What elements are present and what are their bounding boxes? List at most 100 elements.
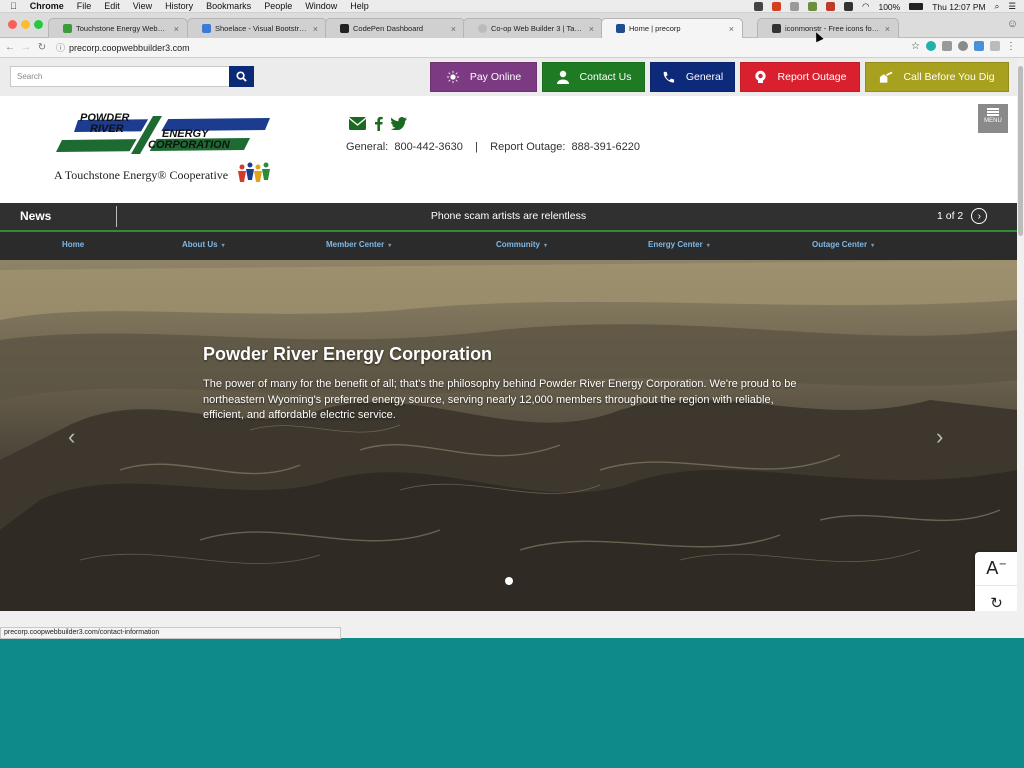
browser-tab[interactable]: Shoelace - Visual Bootstrap 3 × bbox=[187, 18, 327, 38]
chevron-left-icon[interactable]: ‹ bbox=[68, 424, 75, 450]
close-tab-icon[interactable]: × bbox=[451, 24, 456, 34]
general-phone-link[interactable]: 800-442-3630 bbox=[394, 141, 463, 153]
chevron-right-icon[interactable]: › bbox=[936, 424, 943, 450]
menu-window[interactable]: Window bbox=[305, 1, 337, 11]
touchstone-figures-icon bbox=[238, 162, 270, 182]
clock[interactable]: Thu 12:07 PM bbox=[932, 2, 985, 12]
menu-file[interactable]: File bbox=[77, 1, 92, 11]
app-menu[interactable]: Chrome bbox=[30, 1, 64, 11]
extension-icon[interactable] bbox=[942, 41, 952, 51]
nav-item-outage-center[interactable]: Outage Center ▾ bbox=[812, 240, 874, 249]
extension-icon[interactable] bbox=[958, 41, 968, 51]
reset-font-button[interactable]: ↻ bbox=[975, 586, 1017, 612]
menu-button[interactable]: MENU bbox=[978, 104, 1008, 133]
back-icon[interactable]: ← bbox=[4, 42, 16, 53]
chevron-down-icon: ▾ bbox=[544, 243, 548, 249]
contact-us-button[interactable]: Contact Us bbox=[542, 62, 645, 92]
menu-label: MENU bbox=[984, 118, 1002, 124]
email-icon[interactable] bbox=[349, 117, 366, 130]
menu-history[interactable]: History bbox=[165, 1, 193, 11]
utility-bar: Search Pay Online Contact Us General Rep… bbox=[0, 58, 1017, 96]
close-tab-icon[interactable]: × bbox=[589, 24, 594, 34]
page-scrollbar[interactable] bbox=[1017, 58, 1024, 638]
slide-indicator-active[interactable] bbox=[505, 577, 513, 585]
loading-spinner-icon bbox=[478, 24, 487, 33]
scrollbar-thumb[interactable] bbox=[1018, 66, 1023, 236]
notification-center-icon[interactable]: ☰ bbox=[1008, 1, 1016, 12]
general-label: General bbox=[685, 71, 724, 83]
close-tab-icon[interactable]: × bbox=[729, 24, 734, 34]
tab-title: CodePen Dashboard bbox=[353, 24, 424, 33]
menu-people[interactable]: People bbox=[264, 1, 292, 11]
address-bar: ← → ↻ ⓘ precorp.coopwebbuilder3.com ☆ ⋮ bbox=[0, 38, 1024, 58]
extension-icon[interactable] bbox=[926, 41, 936, 51]
browser-tab[interactable]: CodePen Dashboard × bbox=[325, 18, 465, 38]
tab-favicon-icon bbox=[202, 24, 211, 33]
status-icon[interactable] bbox=[808, 2, 818, 11]
extension-icon[interactable] bbox=[990, 41, 1000, 51]
bluetooth-icon[interactable] bbox=[844, 2, 854, 11]
logo-line: RIVER bbox=[90, 123, 124, 135]
extensions: ☆ ⋮ bbox=[911, 41, 1016, 52]
info-icon[interactable]: ⓘ bbox=[56, 41, 65, 54]
facebook-icon[interactable] bbox=[374, 116, 383, 131]
news-pager: 1 of 2 › bbox=[937, 208, 988, 224]
browser-tab[interactable]: Touchstone Energy WebEx Em × bbox=[48, 18, 188, 38]
tab-favicon-icon bbox=[772, 24, 781, 33]
close-tab-icon[interactable]: × bbox=[174, 24, 179, 34]
status-icon[interactable] bbox=[826, 2, 836, 11]
search-placeholder: Search bbox=[17, 72, 43, 81]
nav-item-member-center[interactable]: Member Center ▾ bbox=[326, 240, 391, 249]
tab-title: Co-op Web Builder 3 | Take Co bbox=[491, 24, 585, 33]
wifi-icon[interactable]: ◠ bbox=[862, 1, 869, 12]
person-icon bbox=[556, 70, 570, 84]
url-field[interactable]: ⓘ precorp.coopwebbuilder3.com bbox=[56, 41, 190, 54]
menu-bookmarks[interactable]: Bookmarks bbox=[206, 1, 251, 11]
profile-icon[interactable]: ☺ bbox=[1007, 18, 1018, 30]
nav-item-home[interactable]: Home bbox=[62, 240, 84, 249]
outage-phone-link[interactable]: 888-391-6220 bbox=[572, 141, 641, 153]
extension-icon[interactable] bbox=[974, 41, 984, 51]
battery-icon[interactable] bbox=[909, 3, 924, 10]
extra-icon[interactable] bbox=[754, 2, 764, 11]
app-status-icon[interactable] bbox=[772, 2, 782, 11]
spotlight-icon[interactable]: ⌕ bbox=[995, 1, 1000, 12]
pay-online-button[interactable]: Pay Online bbox=[430, 62, 537, 92]
minimize-window-button[interactable] bbox=[21, 20, 30, 29]
nav-item-energy-center[interactable]: Energy Center ▾ bbox=[648, 240, 710, 249]
search-input[interactable]: Search bbox=[10, 66, 230, 87]
report-outage-button[interactable]: Report Outage bbox=[740, 62, 860, 92]
browser-tab[interactable]: iconmonstr - Free icons for yo × bbox=[757, 18, 899, 38]
tab-favicon-icon bbox=[63, 24, 72, 33]
status-icon[interactable] bbox=[790, 2, 800, 11]
chrome-menu-icon[interactable]: ⋮ bbox=[1006, 41, 1016, 52]
search-button[interactable] bbox=[229, 66, 254, 87]
close-window-button[interactable] bbox=[8, 20, 17, 29]
web-page: Search Pay Online Contact Us General Rep… bbox=[0, 58, 1017, 638]
menu-view[interactable]: View bbox=[133, 1, 152, 11]
close-tab-icon[interactable]: × bbox=[313, 24, 318, 34]
twitter-icon[interactable] bbox=[391, 117, 407, 130]
url-text: precorp.coopwebbuilder3.com bbox=[69, 42, 190, 53]
call-before-you-dig-button[interactable]: Call Before You Dig bbox=[865, 62, 1009, 92]
forward-icon[interactable]: → bbox=[20, 42, 32, 53]
menu-help[interactable]: Help bbox=[350, 1, 369, 11]
apple-icon[interactable]:  bbox=[10, 1, 17, 11]
nav-item-community[interactable]: Community ▾ bbox=[496, 240, 547, 249]
close-tab-icon[interactable]: × bbox=[885, 24, 890, 34]
browser-tab[interactable]: Co-op Web Builder 3 | Take Co × bbox=[463, 18, 603, 38]
next-news-button[interactable]: › bbox=[971, 208, 988, 224]
browser-tab-active[interactable]: Home | precorp × bbox=[601, 18, 743, 38]
zoom-window-button[interactable] bbox=[34, 20, 43, 29]
tab-title: iconmonstr - Free icons for yo bbox=[785, 24, 881, 33]
menu-edit[interactable]: Edit bbox=[104, 1, 120, 11]
separator: | bbox=[475, 141, 478, 153]
font-size-panel: A− ↻ A⊕ bbox=[975, 552, 1017, 611]
nav-item-about-us[interactable]: About Us ▾ bbox=[182, 240, 225, 249]
decrease-font-button[interactable]: A− bbox=[975, 552, 1017, 586]
news-headline-link[interactable]: Phone scam artists are relentless bbox=[0, 210, 1017, 222]
general-button[interactable]: General bbox=[650, 62, 735, 92]
contact-numbers: General: 800-442-3630 | Report Outage: 8… bbox=[346, 141, 640, 153]
reload-icon[interactable]: ↻ bbox=[36, 42, 48, 53]
bookmark-star-icon[interactable]: ☆ bbox=[911, 41, 920, 52]
